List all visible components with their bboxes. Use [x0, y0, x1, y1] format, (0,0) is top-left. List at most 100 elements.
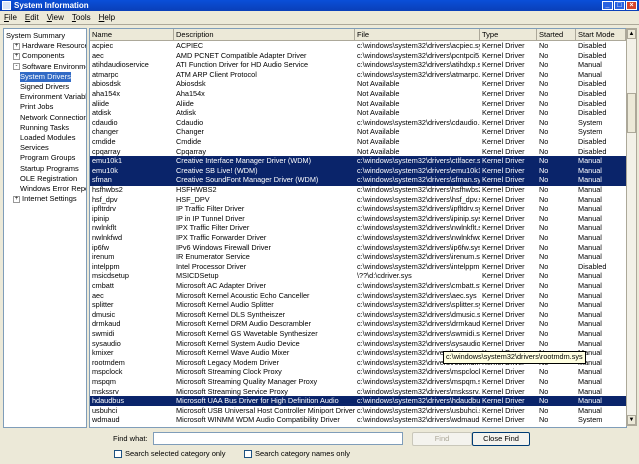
column-header-description[interactable]: Description [174, 29, 355, 40]
cell-type: Kernel Driver [482, 271, 525, 281]
scroll-up-arrow-icon[interactable]: ▲ [627, 29, 636, 39]
tree-item-loaded-modules[interactable]: Loaded Modules [20, 133, 75, 143]
tree-item-running-tasks[interactable]: Running Tasks [20, 123, 69, 133]
collapse-icon[interactable]: - [13, 63, 20, 71]
cell-started: No [539, 377, 549, 386]
cell-started: No [539, 89, 549, 98]
close-find-button[interactable]: Close Find [472, 432, 530, 446]
cell-name: drmkaud [92, 319, 121, 329]
column-header-start-mode[interactable]: Start Mode [576, 29, 626, 40]
menu-tools[interactable]: Tools [68, 11, 95, 24]
cell-name: nwlnkflt [92, 223, 117, 233]
expand-icon[interactable]: + [13, 52, 20, 60]
maximize-button[interactable]: □ [614, 1, 625, 10]
cell-type: Kernel Driver [482, 281, 525, 290]
cell-description: Microsoft Streaming Service Proxy [176, 386, 288, 396]
cell-start-mode: Manual [578, 319, 602, 329]
tree-item-startup-programs[interactable]: Startup Programs [20, 164, 79, 174]
cell-name: intelppm [92, 261, 120, 271]
tree-item-ole-registration[interactable]: OLE Registration [20, 174, 77, 184]
table-row[interactable]: wdmaud Microsoft WINMM WDM Audio Compatib… [90, 415, 626, 425]
minimize-button[interactable]: _ [602, 1, 613, 10]
scroll-thumb[interactable] [627, 93, 636, 133]
cell-name: aec [92, 50, 104, 60]
cell-description: Microsoft Kernel GS Wavetable Synthesize… [176, 329, 318, 338]
menu-edit[interactable]: Edit [21, 11, 43, 24]
cell-description: Microsoft Kernel DLS Syntheiszer [176, 309, 286, 319]
find-what-input[interactable] [153, 432, 403, 445]
cell-file: c:\windows\system32\drivers\emu10k1m.sys [357, 165, 480, 175]
cell-start-mode: Disabled [578, 98, 607, 108]
cell-start-mode: Manual [578, 223, 602, 233]
menu-bar: File Edit View Tools Help [0, 11, 639, 25]
cell-started: No [539, 367, 549, 377]
cell-name: atmarpc [92, 69, 119, 79]
cell-start-mode: Manual [578, 405, 602, 415]
tree-item-hardware-resources[interactable]: + Hardware Resources [13, 41, 86, 51]
tree-item-software-environment[interactable]: -Software Environment [13, 61, 86, 72]
tree-item-label: Internet Settings [22, 194, 77, 204]
cell-start-mode: Manual [578, 175, 602, 185]
scroll-down-arrow-icon[interactable]: ▼ [627, 415, 636, 425]
column-header-started[interactable]: Started [537, 29, 576, 40]
menu-view[interactable]: View [43, 11, 68, 24]
tree-item-network-connections[interactable]: Network Connections [20, 113, 86, 123]
cell-file: Not Available [357, 98, 400, 108]
cell-description: Microsoft Kernel Wave Audio Mixer [176, 348, 290, 358]
title-bar[interactable]: System Information _ □ × [0, 0, 639, 11]
cell-type: Kernel Driver [482, 329, 525, 338]
cell-name: rootmdem [92, 357, 125, 367]
close-button[interactable]: × [626, 1, 637, 10]
cell-description: HSFHWBS2 [176, 185, 217, 194]
cell-type: Kernel Driver [482, 79, 525, 89]
cell-started: No [539, 223, 549, 233]
cell-name: nwlnkfwd [92, 233, 123, 242]
cell-start-mode: Manual [578, 233, 602, 242]
expand-icon[interactable]: + [13, 42, 20, 50]
tree-item-print-jobs[interactable]: Print Jobs [20, 102, 53, 112]
cell-description: Microsoft Streaming Quality Manager Prox… [176, 377, 318, 386]
cell-start-mode: Disabled [578, 108, 607, 118]
tree-item-program-groups[interactable]: Program Groups [20, 153, 75, 163]
checkbox-box[interactable] [244, 450, 252, 459]
checkbox-box[interactable] [114, 450, 122, 459]
search-category-names-checkbox[interactable]: Search category names only [244, 449, 350, 459]
vertical-scrollbar[interactable]: ▲ ▼ [626, 28, 637, 426]
cell-start-mode: Manual [578, 338, 602, 348]
tree-item-system-drivers[interactable]: System Drivers [20, 71, 71, 82]
cell-name: cmbatt [92, 281, 114, 290]
cell-start-mode: Manual [578, 281, 602, 290]
cell-type: Kernel Driver [482, 338, 525, 348]
cell-name: acpiec [92, 41, 114, 50]
cell-start-mode: Manual [578, 204, 602, 214]
cell-start-mode: Manual [578, 69, 602, 79]
tree-item-components[interactable]: + Components [13, 51, 65, 61]
cell-description: IPX Traffic Filter Driver [176, 223, 250, 233]
search-selected-category-checkbox[interactable]: Search selected category only [114, 449, 225, 459]
menu-help[interactable]: Help [95, 11, 119, 24]
tree-item-internet-settings[interactable]: + Internet Settings [13, 194, 77, 204]
tree-item-environment-variables[interactable]: Environment Variables [20, 92, 86, 102]
column-header: Name Description File Type Started Start Mode [90, 29, 626, 41]
cell-started: No [539, 252, 549, 262]
tree-item-system-summary[interactable]: System Summary [6, 31, 65, 41]
tree-item-label: Software Environment [22, 61, 86, 71]
cell-started: No [539, 127, 549, 137]
column-header-file[interactable]: File [355, 29, 480, 40]
tree-item-signed-drivers[interactable]: Signed Drivers [20, 82, 69, 92]
column-header-type[interactable]: Type [480, 29, 537, 40]
system-information-app-icon[interactable] [2, 1, 11, 10]
column-header-name[interactable]: Name [90, 29, 174, 40]
drivers-list[interactable]: Name Description File Type Started Start Mode… [89, 28, 627, 428]
search-selected-category-label: Search selected category only [125, 449, 226, 458]
tree-item-services[interactable]: Services [20, 143, 49, 153]
cell-type: Kernel Driver [482, 108, 525, 118]
cell-type: Kernel Driver [482, 117, 525, 127]
category-tree[interactable]: System Summary + Hardware Resources + Compon… [3, 28, 87, 428]
find-button[interactable]: Find [412, 432, 472, 446]
tree-item-label: Environment Variables [20, 92, 86, 102]
tree-item-windows-error-reporting[interactable]: Windows Error Reporting [20, 184, 86, 194]
expand-icon[interactable]: + [13, 195, 20, 203]
cell-description: Microsoft AC Adapter Driver [176, 281, 267, 290]
menu-file[interactable]: File [0, 11, 21, 24]
